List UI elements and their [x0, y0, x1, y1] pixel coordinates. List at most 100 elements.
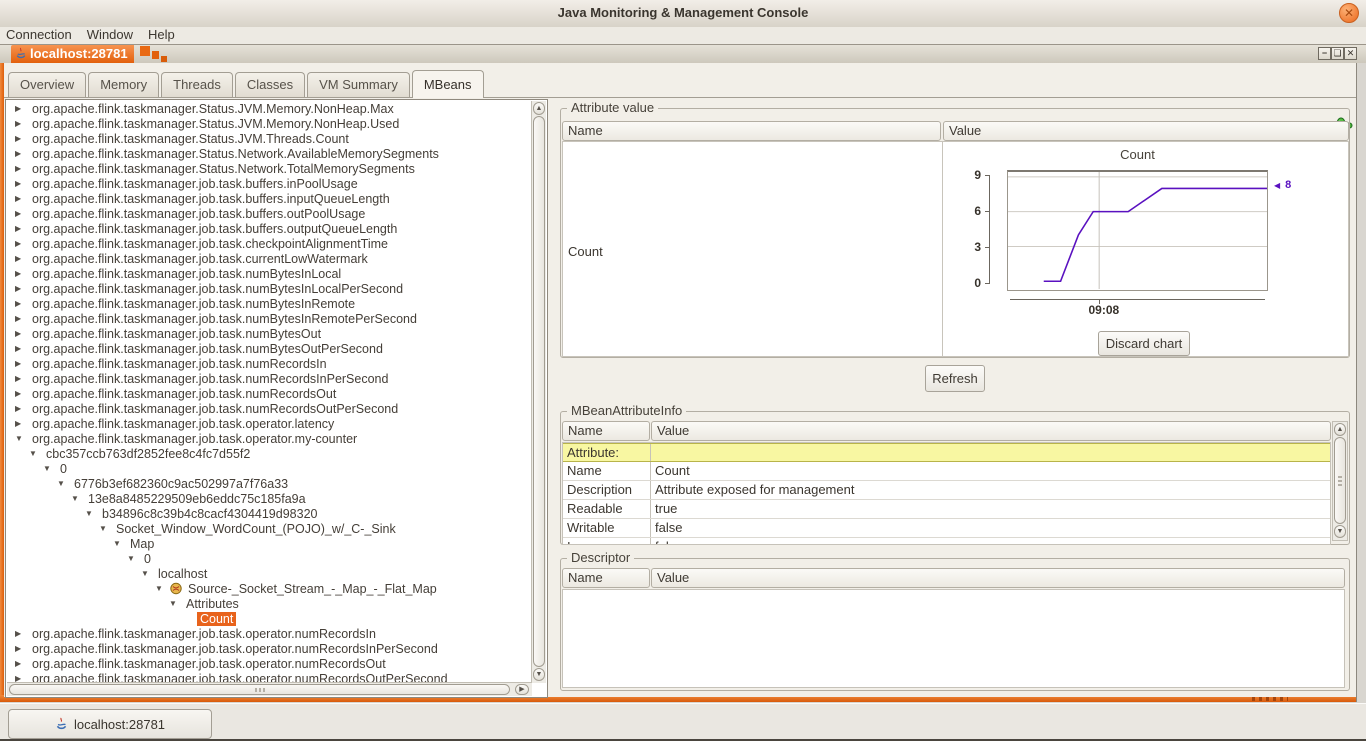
tree-expand-arrow[interactable]: ▶: [15, 386, 29, 401]
tree-expand-arrow[interactable]: ▶: [15, 236, 29, 251]
scrollbar-thumb[interactable]: [533, 116, 545, 667]
internal-frame-titlebar[interactable]: [0, 45, 1366, 63]
menu-item[interactable]: Connection: [0, 27, 81, 43]
tree-node[interactable]: Count: [7, 611, 532, 626]
tree-node[interactable]: ▶ org.apache.flink.taskmanager.Status.JV…: [7, 101, 532, 116]
tree-expand-arrow[interactable]: ▼: [85, 506, 99, 521]
tree-expand-arrow[interactable]: ▶: [15, 626, 29, 641]
info-table-value-header[interactable]: Value: [651, 421, 1331, 441]
tree-node[interactable]: ▶ org.apache.flink.taskmanager.job.task.…: [7, 266, 532, 281]
tree-expand-arrow[interactable]: ▶: [15, 401, 29, 416]
tree-node[interactable]: ▼ 6776b3ef682360c9ac502997a7f76a33: [7, 476, 532, 491]
tab[interactable]: Overview: [8, 72, 86, 98]
tree-expand-arrow[interactable]: ▼: [169, 596, 183, 611]
tree-node[interactable]: ▶ org.apache.flink.taskmanager.Status.JV…: [7, 131, 532, 146]
tree-expand-arrow[interactable]: ▼: [113, 536, 127, 551]
tree-node[interactable]: ▼ 0: [7, 461, 532, 476]
tree-expand-arrow[interactable]: ▶: [15, 161, 29, 176]
tree-node[interactable]: ▶ org.apache.flink.taskmanager.job.task.…: [7, 371, 532, 386]
scroll-up-arrow[interactable]: ▲: [533, 102, 545, 115]
tree-expand-arrow[interactable]: ▼: [15, 431, 29, 446]
tree-expand-arrow[interactable]: ▶: [15, 116, 29, 131]
tab[interactable]: Threads: [161, 72, 233, 98]
tree-expand-arrow[interactable]: ▶: [15, 176, 29, 191]
tree-expand-arrow[interactable]: ▶: [15, 281, 29, 296]
tree-node[interactable]: ▶ org.apache.flink.taskmanager.job.task.…: [7, 281, 532, 296]
tree-node[interactable]: ▶ org.apache.flink.taskmanager.job.task.…: [7, 191, 532, 206]
scrollbar-thumb[interactable]: [9, 684, 510, 695]
tree-node[interactable]: ▶ org.apache.flink.taskmanager.job.task.…: [7, 296, 532, 311]
tree-node[interactable]: ▶ org.apache.flink.taskmanager.job.task.…: [7, 416, 532, 431]
info-table-name-header[interactable]: Name: [562, 421, 650, 441]
tree-node[interactable]: ▼ 0: [7, 551, 532, 566]
frame-close-button[interactable]: ✕: [1344, 47, 1357, 60]
tree-node[interactable]: ▼ Map: [7, 536, 532, 551]
tree-expand-arrow[interactable]: ▶: [15, 311, 29, 326]
tree-node[interactable]: ▶ org.apache.flink.taskmanager.job.task.…: [7, 236, 532, 251]
tree-expand-arrow[interactable]: ▼: [127, 551, 141, 566]
tree-expand-arrow[interactable]: ▼: [155, 581, 169, 596]
tree-node[interactable]: ▶ org.apache.flink.taskmanager.Status.JV…: [7, 116, 532, 131]
window-close-button[interactable]: ✕: [1339, 3, 1359, 23]
info-table-row[interactable]: Writable false: [563, 519, 1330, 538]
scroll-down-arrow[interactable]: ▼: [533, 668, 545, 681]
tree-expand-arrow[interactable]: ▶: [15, 101, 29, 116]
tree-node[interactable]: ▶ org.apache.flink.taskmanager.job.task.…: [7, 656, 532, 671]
tree-expand-arrow[interactable]: ▼: [71, 491, 85, 506]
tree-node[interactable]: ▼ Attributes: [7, 596, 532, 611]
tab[interactable]: VM Summary: [307, 72, 410, 98]
tree-node[interactable]: ▶ org.apache.flink.taskmanager.job.task.…: [7, 356, 532, 371]
tree-node[interactable]: ▶ org.apache.flink.taskmanager.job.task.…: [7, 326, 532, 341]
tab[interactable]: Memory: [88, 72, 159, 98]
frame-restore-button[interactable]: ❏: [1331, 47, 1344, 60]
attr-table-name-header[interactable]: Name: [562, 121, 941, 141]
tree-node[interactable]: ▼ 13e8a8485229509eb6eddc75c185fa9a: [7, 491, 532, 506]
tree-node[interactable]: ▶ org.apache.flink.taskmanager.job.task.…: [7, 206, 532, 221]
info-table-row[interactable]: Attribute:: [563, 443, 1330, 462]
tree-node[interactable]: ▼ localhost: [7, 566, 532, 581]
tree-node[interactable]: ▶ org.apache.flink.taskmanager.job.task.…: [7, 401, 532, 416]
menu-item[interactable]: Help: [142, 27, 184, 43]
tree-expand-arrow[interactable]: ▶: [15, 296, 29, 311]
frame-resize-grip[interactable]: [1252, 697, 1288, 701]
tree-node[interactable]: ▼ Source-_Socket_Stream_-_Map_-_Flat_Map: [7, 581, 532, 596]
tree-node[interactable]: ▶ org.apache.flink.taskmanager.job.task.…: [7, 626, 532, 641]
tree-node[interactable]: ▶ org.apache.flink.taskmanager.Status.Ne…: [7, 161, 532, 176]
info-table-row[interactable]: Description Attribute exposed for manage…: [563, 481, 1330, 500]
descriptor-name-header[interactable]: Name: [562, 568, 650, 588]
tree-node[interactable]: ▶ org.apache.flink.taskmanager.Status.Ne…: [7, 146, 532, 161]
tree-horizontal-scrollbar[interactable]: ▶: [7, 682, 532, 696]
tree-expand-arrow[interactable]: ▶: [15, 221, 29, 236]
tree-node[interactable]: ▼ b34896c8c39b4c8cacf4304419d98320: [7, 506, 532, 521]
info-table-row[interactable]: Is false: [563, 538, 1330, 545]
tree-expand-arrow[interactable]: ▼: [57, 476, 71, 491]
tree-node[interactable]: ▶ org.apache.flink.taskmanager.job.task.…: [7, 251, 532, 266]
tree-node[interactable]: ▶ org.apache.flink.taskmanager.job.task.…: [7, 176, 532, 191]
scroll-down-arrow[interactable]: ▼: [1334, 525, 1346, 538]
tree-node[interactable]: ▼ cbc357ccb763df2852fee8c4fc7d55f2: [7, 446, 532, 461]
tree-node[interactable]: ▶ org.apache.flink.taskmanager.job.task.…: [7, 386, 532, 401]
tree-expand-arrow[interactable]: ▼: [29, 446, 43, 461]
tree-node[interactable]: ▶ org.apache.flink.taskmanager.job.task.…: [7, 341, 532, 356]
window-titlebar[interactable]: Java Monitoring & Management Console: [0, 0, 1366, 28]
tree-node[interactable]: ▶ org.apache.flink.taskmanager.job.task.…: [7, 311, 532, 326]
tree-expand-arrow[interactable]: ▶: [15, 206, 29, 221]
tree-expand-arrow[interactable]: ▶: [15, 266, 29, 281]
discard-chart-button[interactable]: Discard chart: [1098, 331, 1190, 356]
info-table-row[interactable]: Name Count: [563, 462, 1330, 481]
scroll-up-arrow[interactable]: ▲: [1334, 423, 1346, 436]
tree-expand-arrow[interactable]: ▶: [15, 356, 29, 371]
tree-vertical-scrollbar[interactable]: ▲ ▼: [531, 101, 546, 683]
attr-name-cell[interactable]: Count: [563, 142, 943, 356]
tree-expand-arrow[interactable]: ▶: [15, 641, 29, 656]
connection-tab-button[interactable]: localhost:28781: [8, 709, 212, 739]
tree-node[interactable]: ▼ Socket_Window_WordCount_(POJO)_w/_C-_S…: [7, 521, 532, 536]
tree-expand-arrow[interactable]: ▶: [15, 191, 29, 206]
tree-expand-arrow[interactable]: ▼: [43, 461, 57, 476]
tree-expand-arrow[interactable]: ▶: [15, 416, 29, 431]
attr-table-value-header[interactable]: Value: [943, 121, 1349, 141]
tree-node[interactable]: ▶ org.apache.flink.taskmanager.job.task.…: [7, 221, 532, 236]
descriptor-value-header[interactable]: Value: [651, 568, 1345, 588]
internal-frame-title-tab[interactable]: localhost:28781: [11, 45, 134, 63]
tree-expand-arrow[interactable]: ▶: [15, 326, 29, 341]
